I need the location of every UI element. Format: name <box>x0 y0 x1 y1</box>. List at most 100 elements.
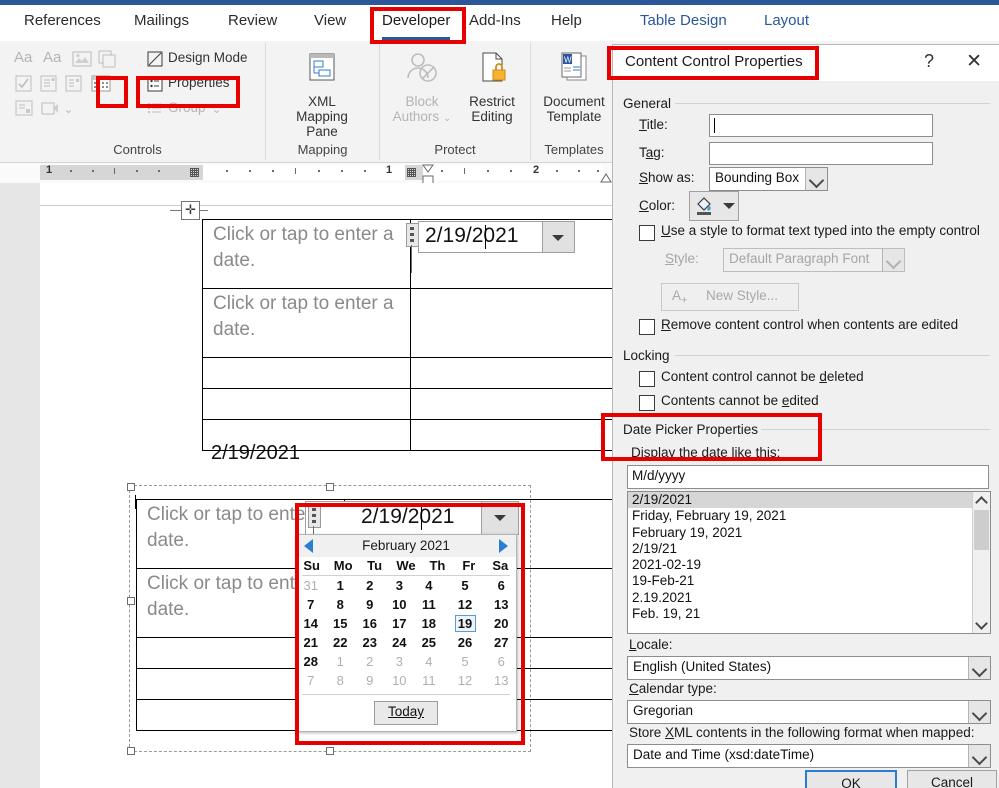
calendar-day[interactable]: 21 <box>296 633 326 652</box>
cannot-be-deleted-checkbox[interactable] <box>639 371 655 387</box>
calendar-type-dropdown-arrow[interactable] <box>968 701 990 723</box>
repeating-section-content-control-icon[interactable] <box>14 99 34 119</box>
calendar-day[interactable]: 10 <box>385 671 415 690</box>
tab-stop-marker-1[interactable] <box>190 168 199 177</box>
calendar-day[interactable]: 8 <box>326 671 356 690</box>
calendar-day[interactable]: 3 <box>385 576 415 595</box>
color-picker-button[interactable] <box>689 191 739 221</box>
calendar-day[interactable]: 9 <box>355 595 385 614</box>
calendar-day[interactable]: 15 <box>326 614 356 633</box>
tab-layout[interactable]: Layout <box>758 10 815 32</box>
date-picker-calendar[interactable]: February 2021 Su Mo Tu We Th Fr Sa 31 1 <box>295 534 517 732</box>
calendar-day[interactable]: 27 <box>486 633 516 652</box>
scroll-down-button[interactable] <box>973 616 990 633</box>
calendar-day[interactable]: 28 <box>296 652 326 671</box>
dialog-title-bar[interactable]: Content Control Properties ? ✕ <box>613 45 999 81</box>
date-picker-dropdown-button-1[interactable] <box>542 222 574 252</box>
calendar-day[interactable]: 13 <box>486 595 516 614</box>
next-month-arrow-icon[interactable] <box>499 539 508 553</box>
rich-text-content-control-icon[interactable]: Aa <box>14 49 32 67</box>
table-row[interactable]: Click or tap to enter a date. <box>202 288 683 358</box>
calendar-day[interactable]: 17 <box>385 614 415 633</box>
calendar-day[interactable]: 5 <box>444 576 487 595</box>
today-button[interactable]: Today <box>374 701 438 725</box>
tab-view[interactable]: View <box>308 10 352 32</box>
calendar-day[interactable]: 4 <box>414 652 444 671</box>
tab-table-design[interactable]: Table Design <box>634 10 733 32</box>
table-cell[interactable] <box>202 388 411 420</box>
date-format-option[interactable]: 2/19/2021 <box>628 492 990 509</box>
selection-handle-bl[interactable] <box>127 747 135 755</box>
date-format-option[interactable]: 2.19.2021 <box>628 590 990 606</box>
store-xml-dropdown-arrow[interactable] <box>968 745 990 767</box>
date-format-input[interactable]: M/d/yyyy <box>627 465 989 489</box>
calendar-day[interactable]: 13 <box>486 671 516 690</box>
date-format-option[interactable]: 19-Feb-21 <box>628 573 990 589</box>
date-format-option[interactable]: 2/19/21 <box>628 541 990 557</box>
calendar-day[interactable]: 12 <box>444 595 487 614</box>
calendar-day[interactable]: 6 <box>486 652 516 671</box>
calendar-day[interactable]: 4 <box>414 576 444 595</box>
use-style-checkbox[interactable] <box>639 225 655 241</box>
calendar-day[interactable]: 26 <box>444 633 487 652</box>
calendar-day[interactable]: 31 <box>296 576 326 595</box>
tag-input[interactable] <box>709 142 933 165</box>
calendar-day[interactable]: 12 <box>444 671 487 690</box>
close-icon[interactable]: ✕ <box>966 50 982 73</box>
document-table-1[interactable]: Click or tap to enter a date. Click or t… <box>202 219 683 451</box>
calendar-day[interactable]: 20 <box>486 614 516 633</box>
table-move-handle[interactable]: ✛ <box>181 201 200 220</box>
calendar-type-combo[interactable]: Gregorian <box>627 700 991 724</box>
cancel-button[interactable]: Cancel <box>907 770 997 788</box>
picture-content-control-icon[interactable] <box>72 50 92 70</box>
table-cell[interactable]: Click or tap to enter a date. <box>202 288 411 358</box>
remove-content-control-checkbox[interactable] <box>639 319 655 335</box>
tab-help[interactable]: Help <box>545 10 588 32</box>
calendar-day[interactable]: 11 <box>414 671 444 690</box>
calendar-day[interactable]: 10 <box>385 595 415 614</box>
tab-review[interactable]: Review <box>222 10 283 32</box>
store-xml-combo[interactable]: Date and Time (xsd:dateTime) <box>627 744 991 768</box>
scrollbar-thumb[interactable] <box>974 510 989 550</box>
calendar-day[interactable]: 25 <box>414 633 444 652</box>
selection-handle-tc[interactable] <box>326 483 334 491</box>
date-format-option[interactable]: 2021-02-19 <box>628 557 990 573</box>
date-picker-content-control-1[interactable]: 2/19/2021 <box>418 221 575 253</box>
legacy-tools-chevron-icon[interactable]: ⌄ <box>64 101 73 119</box>
locale-combo[interactable]: English (United States) <box>627 656 991 680</box>
show-as-combo[interactable]: Bounding Box <box>709 167 828 191</box>
calendar-day[interactable]: 14 <box>296 614 326 633</box>
scroll-up-button[interactable] <box>973 492 990 509</box>
cannot-be-edited-checkbox[interactable] <box>639 395 655 411</box>
tab-add-ins[interactable]: Add-Ins <box>463 10 527 32</box>
calendar-day[interactable]: 16 <box>355 614 385 633</box>
calendar-day[interactable]: 2 <box>355 652 385 671</box>
calendar-day[interactable]: 1 <box>326 652 356 671</box>
calendar-day[interactable]: 23 <box>355 633 385 652</box>
locale-dropdown-arrow[interactable] <box>968 657 990 679</box>
date-format-option[interactable]: February 19, 2021 <box>628 525 990 541</box>
tab-stop-marker-2[interactable] <box>407 168 416 177</box>
design-mode-label[interactable]: Design Mode <box>168 49 248 67</box>
date-picker-content-control-icon[interactable] <box>90 74 111 94</box>
date-format-option[interactable]: Feb. 19, 21 <box>628 606 990 622</box>
xml-mapping-pane-button[interactable]: XML Mapping Pane <box>286 49 358 139</box>
tab-developer[interactable]: Developer <box>376 10 456 40</box>
properties-icon[interactable] <box>146 75 166 95</box>
content-control-grip-2[interactable] <box>308 504 321 528</box>
selection-handle-tl[interactable] <box>127 483 135 491</box>
calendar-day-selected[interactable]: 19 <box>444 614 487 633</box>
date-picker-dropdown-button-2[interactable] <box>481 502 518 534</box>
design-mode-icon[interactable] <box>146 50 166 70</box>
date-format-option[interactable]: Friday, February 19, 2021 <box>628 508 990 524</box>
calendar-grid[interactable]: Su Mo Tu We Th Fr Sa <box>296 557 516 575</box>
calendar-day[interactable]: 7 <box>296 595 326 614</box>
selection-handle-bc[interactable] <box>326 747 334 755</box>
calendar-day[interactable]: 8 <box>326 595 356 614</box>
check-box-content-control-icon[interactable] <box>14 74 34 94</box>
calendar-day[interactable]: 9 <box>355 671 385 690</box>
ok-button[interactable]: OK <box>805 770 897 788</box>
calendar-day[interactable]: 7 <box>296 671 326 690</box>
content-control-properties-dialog[interactable]: Content Control Properties ? ✕ General T… <box>612 44 999 788</box>
calendar-day[interactable]: 3 <box>385 652 415 671</box>
